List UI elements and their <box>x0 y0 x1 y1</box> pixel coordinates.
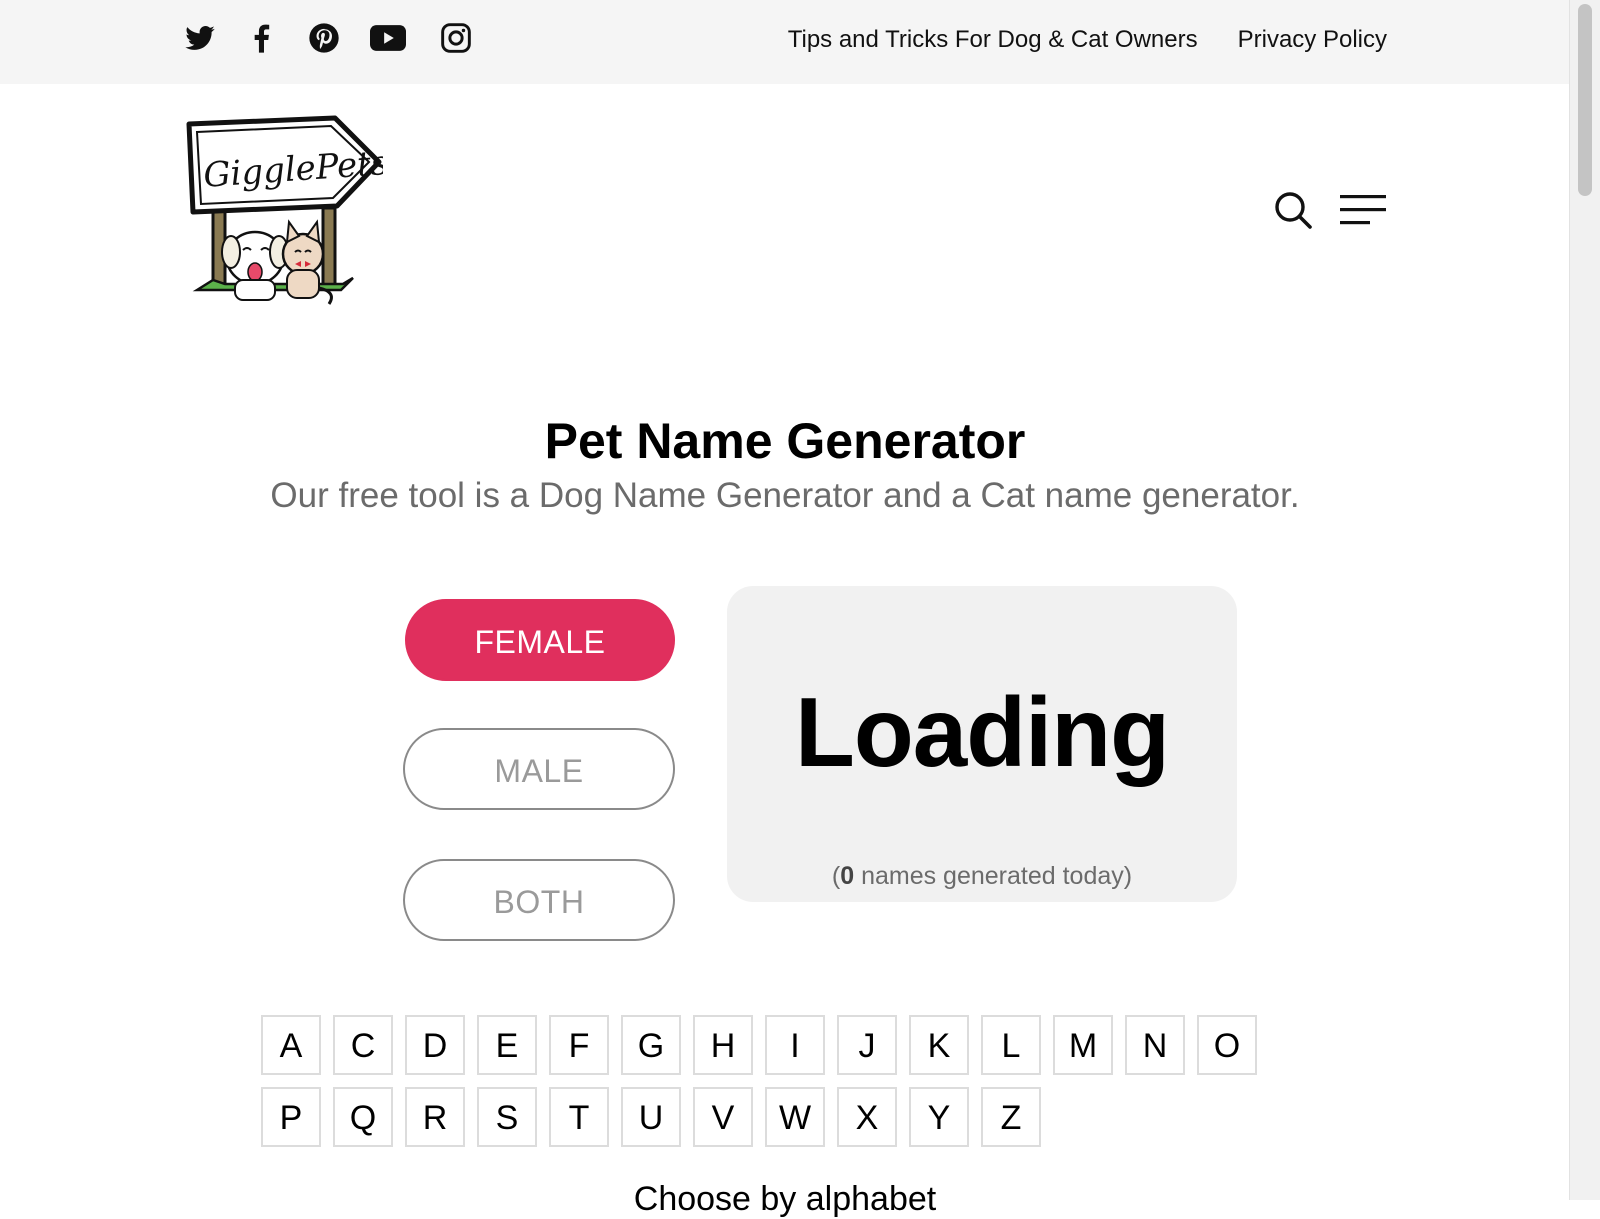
letter-button-r[interactable]: R <box>405 1087 465 1147</box>
both-button[interactable]: BOTH <box>403 859 675 941</box>
letter-button-u[interactable]: U <box>621 1087 681 1147</box>
letter-button-p[interactable]: P <box>261 1087 321 1147</box>
page-title: Pet Name Generator <box>544 413 1026 469</box>
letter-button-k[interactable]: K <box>909 1015 969 1075</box>
alphabet-row-2: PQRSTUVWXYZ <box>261 1087 1053 1147</box>
scrollbar-thumb[interactable] <box>1578 4 1592 196</box>
gigglepets-logo[interactable]: GigglePets <box>183 112 383 308</box>
tips-and-tricks-link[interactable]: Tips and Tricks For Dog & Cat Owners <box>788 26 1198 54</box>
letter-button-x[interactable]: X <box>837 1087 897 1147</box>
counter-value: 0 <box>840 862 855 890</box>
letter-button-t[interactable]: T <box>549 1087 609 1147</box>
letter-button-n[interactable]: N <box>1125 1015 1185 1075</box>
alphabet-row-1: ACDEFGHIJKLMNO <box>261 1015 1269 1075</box>
privacy-policy-link[interactable]: Privacy Policy <box>1238 26 1387 54</box>
menu-icon[interactable] <box>1340 193 1386 227</box>
letter-button-j[interactable]: J <box>837 1015 897 1075</box>
letter-button-o[interactable]: O <box>1197 1015 1257 1075</box>
counter-prefix: ( <box>831 862 841 890</box>
top-bar: Tips and Tricks For Dog & Cat Owners Pri… <box>0 0 1570 84</box>
female-button[interactable]: FEMALE <box>405 599 675 681</box>
instagram-icon[interactable] <box>440 22 472 54</box>
scrollbar[interactable] <box>1569 0 1600 1200</box>
letter-button-m[interactable]: M <box>1053 1015 1113 1075</box>
letter-button-c[interactable]: C <box>333 1015 393 1075</box>
letter-button-g[interactable]: G <box>621 1015 681 1075</box>
letter-button-w[interactable]: W <box>765 1087 825 1147</box>
top-nav: Tips and Tricks For Dog & Cat Owners Pri… <box>748 26 1387 54</box>
page-subtitle: Our free tool is a Dog Name Generator an… <box>270 476 1300 515</box>
letter-button-v[interactable]: V <box>693 1087 753 1147</box>
letter-button-q[interactable]: Q <box>333 1087 393 1147</box>
letter-button-f[interactable]: F <box>549 1015 609 1075</box>
male-button[interactable]: MALE <box>403 728 675 810</box>
generated-name-card: Loading (0 names generated today) <box>727 586 1237 902</box>
letter-button-h[interactable]: H <box>693 1015 753 1075</box>
letter-button-s[interactable]: S <box>477 1087 537 1147</box>
counter-suffix: names generated today) <box>854 862 1133 890</box>
search-icon[interactable] <box>1273 190 1313 230</box>
letter-button-d[interactable]: D <box>405 1015 465 1075</box>
social-links <box>184 22 502 54</box>
names-generated-counter: (0 names generated today) <box>727 862 1237 891</box>
letter-button-i[interactable]: I <box>765 1015 825 1075</box>
pinterest-icon[interactable] <box>308 22 340 54</box>
facebook-icon[interactable] <box>246 22 278 54</box>
youtube-icon[interactable] <box>370 22 406 54</box>
letter-button-l[interactable]: L <box>981 1015 1041 1075</box>
generated-name: Loading <box>794 677 1170 787</box>
letter-button-z[interactable]: Z <box>981 1087 1041 1147</box>
letter-button-e[interactable]: E <box>477 1015 537 1075</box>
twitter-icon[interactable] <box>184 22 216 54</box>
letter-button-y[interactable]: Y <box>909 1087 969 1147</box>
letter-button-a[interactable]: A <box>261 1015 321 1075</box>
